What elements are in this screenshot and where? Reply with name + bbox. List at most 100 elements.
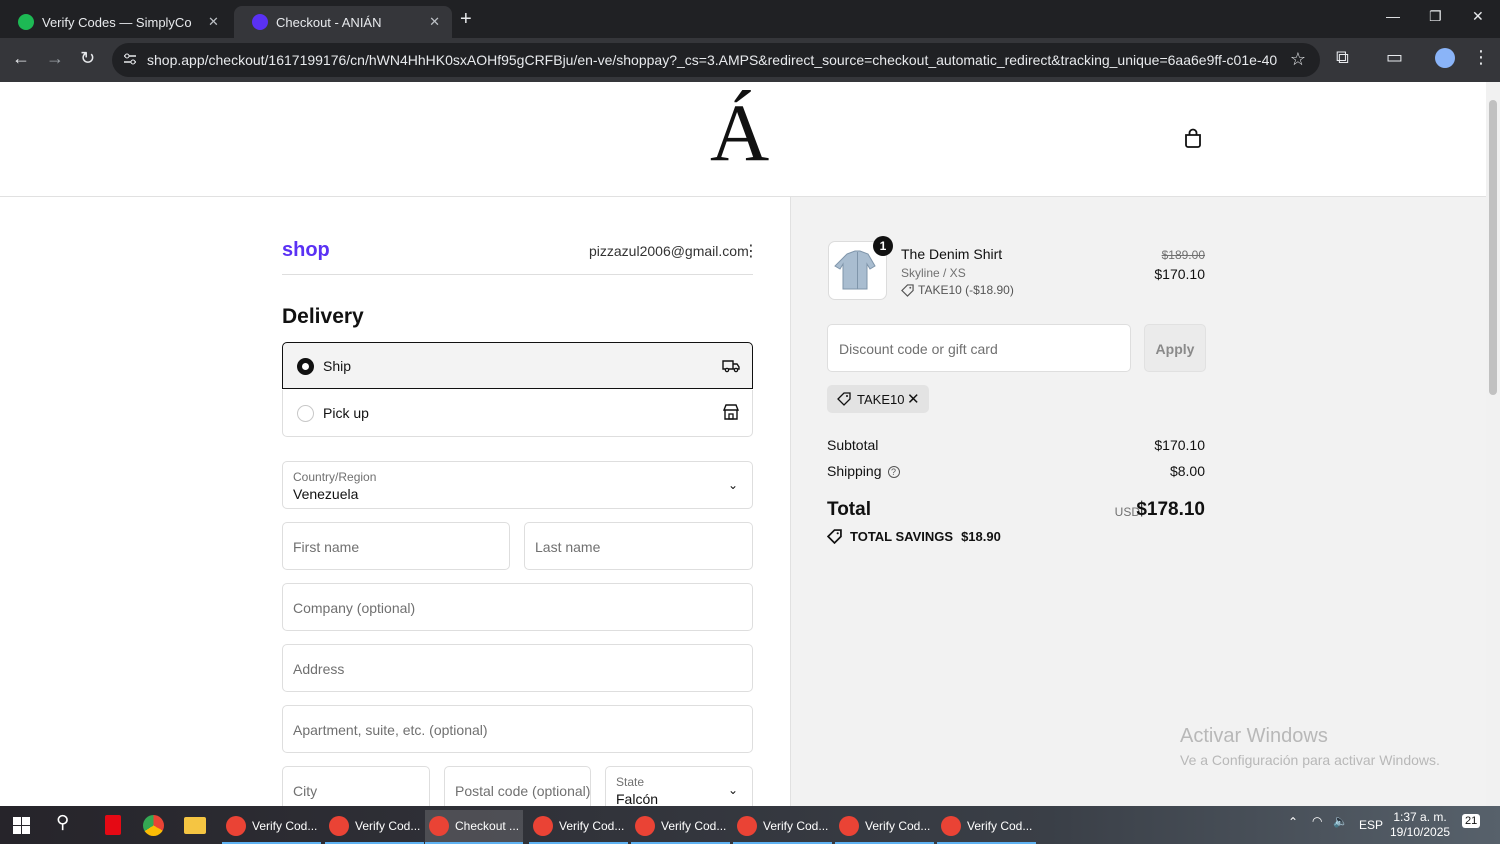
ship-radio[interactable] (297, 358, 314, 375)
close-tab-icon[interactable]: ✕ (208, 14, 219, 30)
taskbar-app-3[interactable]: Checkout ... (425, 810, 524, 844)
address-placeholder: Address (293, 661, 345, 677)
taskbar-app-label: Verify Cod... (559, 819, 625, 833)
state-label: State (616, 775, 645, 789)
shipping-value: $8.00 (1169, 463, 1205, 479)
notifications-icon[interactable]: 21 (1462, 814, 1481, 828)
tray-chevron-icon[interactable]: ⌃ (1288, 815, 1298, 829)
new-tab-icon[interactable]: + (460, 8, 472, 31)
close-window-icon[interactable]: ✕ (1472, 8, 1484, 25)
shipping-label: Shipping (827, 463, 882, 479)
taskbar-app-1[interactable]: Verify Cod... (222, 810, 322, 844)
language-indicator[interactable]: ESP (1359, 818, 1383, 832)
chrome-icon (533, 816, 553, 836)
shopping-bag-icon[interactable] (1183, 128, 1203, 148)
tab-checkout[interactable]: Checkout - ANIÁN ✕ (234, 6, 452, 38)
savings-tag-icon (827, 529, 842, 544)
taskbar-app-7[interactable]: Verify Cod... (835, 810, 935, 844)
taskbar-app-4[interactable]: Verify Cod... (529, 810, 629, 844)
anian-logo[interactable]: Á (710, 92, 769, 174)
company-placeholder: Company (optional) (293, 600, 416, 616)
page-scrollbar[interactable] (1486, 82, 1500, 806)
postal-code-field[interactable]: Postal code (optional) (444, 766, 591, 806)
subtotal-label: Subtotal (827, 437, 879, 453)
truck-icon (722, 360, 740, 373)
checkout-form: shop pizzazul2006@gmail.com ⋮ Delivery S… (0, 197, 789, 806)
original-price: $189.00 (1161, 248, 1205, 262)
last-name-placeholder: Last name (535, 539, 601, 555)
tag-icon (901, 283, 914, 297)
total-value: $178.10 (1136, 499, 1205, 520)
taskbar-app-6[interactable]: Verify Cod... (733, 810, 833, 844)
chrome-icon[interactable] (143, 815, 164, 836)
first-name-field[interactable]: First name (282, 522, 510, 570)
clock-time: 1:37 a. m. (1393, 810, 1447, 824)
taskbar-app-2[interactable]: Verify Cod... (325, 810, 425, 844)
taskbar-app-5[interactable]: Verify Cod... (631, 810, 731, 844)
quantity-badge: 1 (873, 236, 893, 256)
taskbar-app-8[interactable]: Verify Cod... (937, 810, 1037, 844)
shop-logo: shop (282, 239, 330, 261)
discount-code-input[interactable]: Discount code or gift card (827, 324, 1131, 372)
volume-icon[interactable]: 🔈 (1333, 814, 1348, 828)
delivery-heading: Delivery (282, 305, 364, 328)
address-bar[interactable]: shop.app/checkout/1617199176/cn/hWN4HhHK… (112, 43, 1320, 77)
site-info-icon[interactable] (122, 51, 138, 67)
windows-activation-title: Activar Windows (1180, 725, 1328, 747)
account-menu-icon[interactable]: ⋮ (743, 241, 759, 261)
url-text[interactable]: shop.app/checkout/1617199176/cn/hWN4HhHK… (147, 52, 1277, 68)
restore-icon[interactable]: ❐ (1429, 8, 1442, 25)
apply-button[interactable]: Apply (1144, 324, 1206, 372)
product-variant: Skyline / XS (901, 266, 966, 280)
reload-icon[interactable]: ↻ (80, 48, 95, 69)
taskbar-app-label: Verify Cod... (661, 819, 727, 833)
scrollbar-thumb[interactable] (1489, 100, 1497, 395)
remove-code-icon[interactable]: ✕ (907, 390, 920, 408)
applied-code-chip: TAKE10 ✕ (827, 385, 929, 413)
taskbar-app-label: Verify Cod... (763, 819, 829, 833)
savings-label: TOTAL SAVINGS (850, 529, 954, 544)
state-select[interactable]: State Falcón ⌄ (605, 766, 753, 806)
bookmark-star-icon[interactable]: ☆ (1290, 49, 1306, 70)
back-icon[interactable]: ← (12, 48, 30, 69)
cast-icon[interactable]: ▭ (1386, 47, 1403, 68)
country-select[interactable]: Country/Region Venezuela ⌄ (282, 461, 753, 509)
pickup-radio[interactable] (297, 405, 314, 422)
total-label: Total (827, 499, 871, 520)
apartment-field[interactable]: Apartment, suite, etc. (optional) (282, 705, 753, 753)
forward-icon[interactable]: → (46, 48, 64, 69)
system-clock[interactable]: 1:37 a. m. 19/10/2025 (1390, 810, 1450, 840)
postal-code-placeholder: Postal code (optional) (455, 783, 591, 799)
chrome-icon (226, 816, 246, 836)
discount-placeholder: Discount code or gift card (839, 341, 998, 357)
divider (282, 274, 753, 275)
taskbar-app-label: Verify Cod... (355, 819, 421, 833)
minimize-icon[interactable]: — (1386, 8, 1400, 24)
netflix-icon[interactable] (105, 815, 121, 835)
windows-taskbar: ⚲ Verify Cod... Verify Cod... Checkout .… (0, 806, 1500, 844)
windows-activation-text: Ve a Configuración para activar Windows. (1180, 752, 1440, 768)
file-explorer-icon[interactable] (184, 817, 206, 834)
chrome-icon (429, 816, 449, 836)
ship-option[interactable]: Ship (282, 342, 753, 389)
pickup-option[interactable]: Pick up (282, 390, 753, 437)
close-tab-icon[interactable]: ✕ (429, 14, 440, 30)
extensions-icon[interactable]: ⧉ (1336, 47, 1349, 68)
store-icon (722, 404, 740, 420)
menu-icon[interactable]: ⋮ (1472, 47, 1490, 68)
address-field[interactable]: Address (282, 644, 753, 692)
search-icon[interactable]: ⚲ (56, 812, 69, 833)
network-icon[interactable]: ◠ (1312, 814, 1322, 828)
product-name: The Denim Shirt (901, 246, 1003, 262)
windows-start-icon[interactable] (13, 817, 30, 834)
tab-title: Checkout - ANIÁN (276, 14, 382, 30)
city-field[interactable]: City (282, 766, 430, 806)
help-icon[interactable]: ? (887, 466, 900, 479)
chrome-icon (329, 816, 349, 836)
last-name-field[interactable]: Last name (524, 522, 753, 570)
apartment-placeholder: Apartment, suite, etc. (optional) (293, 722, 488, 738)
company-field[interactable]: Company (optional) (282, 583, 753, 631)
taskbar-app-label: Verify Cod... (865, 819, 931, 833)
profile-avatar[interactable] (1435, 48, 1455, 68)
tab-simplycodes[interactable]: Verify Codes — SimplyCodes ✕ (0, 6, 232, 38)
